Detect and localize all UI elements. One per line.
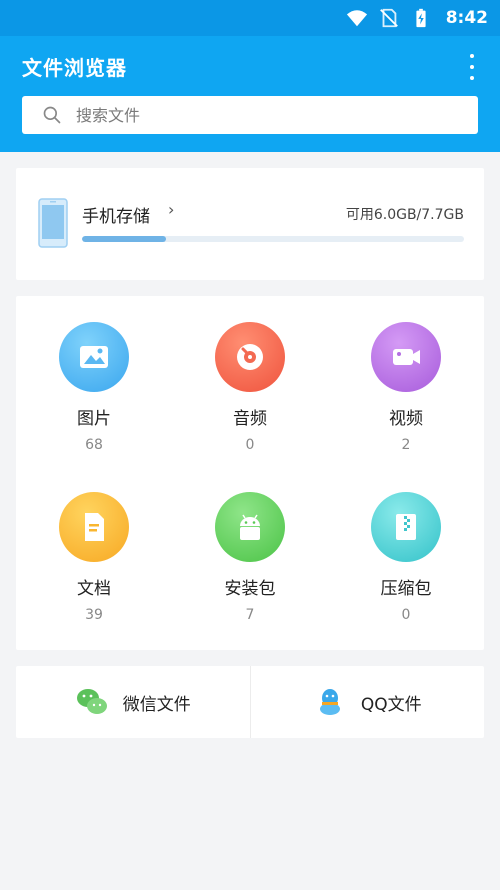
category-icon-circle (371, 322, 441, 392)
category-icon-circle (59, 492, 129, 562)
category-label: 视频 (389, 409, 423, 429)
no-sim-icon (379, 8, 398, 28)
phone-storage-card[interactable]: 手机存储 › 可用6.0GB/7.7GB (16, 168, 484, 280)
search-box[interactable] (22, 96, 478, 134)
category-grid: 图片 68 音频 0 视频 2 文档 39 安装包 7 压缩包 0 (16, 296, 484, 650)
search-icon (43, 106, 61, 124)
category-images[interactable]: 图片 68 (16, 306, 172, 476)
category-archives[interactable]: 压缩包 0 (328, 476, 484, 646)
wechat-files-label: 微信文件 (122, 694, 191, 715)
category-count: 68 (85, 437, 103, 453)
status-bar: 8:42 (0, 0, 500, 36)
storage-available: 可用6.0GB/7.7GB (345, 207, 464, 223)
app-title: 文件浏览器 (22, 56, 127, 80)
zip-icon (396, 514, 416, 540)
wechat-files-button[interactable]: 微信文件 (16, 666, 250, 738)
category-label: 文档 (77, 579, 111, 599)
category-apk[interactable]: 安装包 7 (172, 476, 328, 646)
category-video[interactable]: 视频 2 (328, 306, 484, 476)
category-count: 0 (401, 607, 411, 623)
wifi-icon (346, 10, 367, 27)
chevron-right-icon: › (168, 200, 175, 219)
category-label: 音频 (233, 409, 267, 429)
category-count: 7 (245, 607, 255, 623)
category-audio[interactable]: 音频 0 (172, 306, 328, 476)
storage-progress-fill (82, 236, 167, 242)
quick-links: 微信文件 QQ文件 (16, 666, 484, 738)
audio-icon (237, 344, 263, 370)
category-label: 图片 (77, 409, 111, 429)
android-icon (240, 514, 260, 540)
image-icon (80, 346, 108, 368)
storage-progress-bar (82, 236, 464, 242)
phone-icon (38, 198, 68, 248)
more-vertical-icon[interactable] (466, 54, 478, 80)
category-documents[interactable]: 文档 39 (16, 476, 172, 646)
search-input[interactable] (74, 104, 478, 126)
app-bar: 文件浏览器 (0, 36, 500, 152)
status-time: 8:42 (445, 8, 488, 28)
qq-icon (319, 689, 340, 715)
category-icon-circle (59, 322, 129, 392)
qq-files-button[interactable]: QQ文件 (251, 666, 485, 738)
wechat-icon (76, 689, 107, 714)
category-count: 39 (85, 607, 103, 623)
category-count: 0 (245, 437, 255, 453)
battery-icon (416, 8, 426, 28)
category-icon-circle (371, 492, 441, 562)
category-icon-circle (215, 492, 285, 562)
qq-files-label: QQ文件 (360, 694, 422, 715)
category-label: 安装包 (224, 579, 276, 599)
category-label: 压缩包 (380, 579, 432, 599)
category-count: 2 (401, 437, 411, 453)
document-icon (85, 513, 104, 541)
category-icon-circle (215, 322, 285, 392)
video-icon (393, 349, 420, 365)
storage-name: 手机存储 (82, 207, 150, 227)
